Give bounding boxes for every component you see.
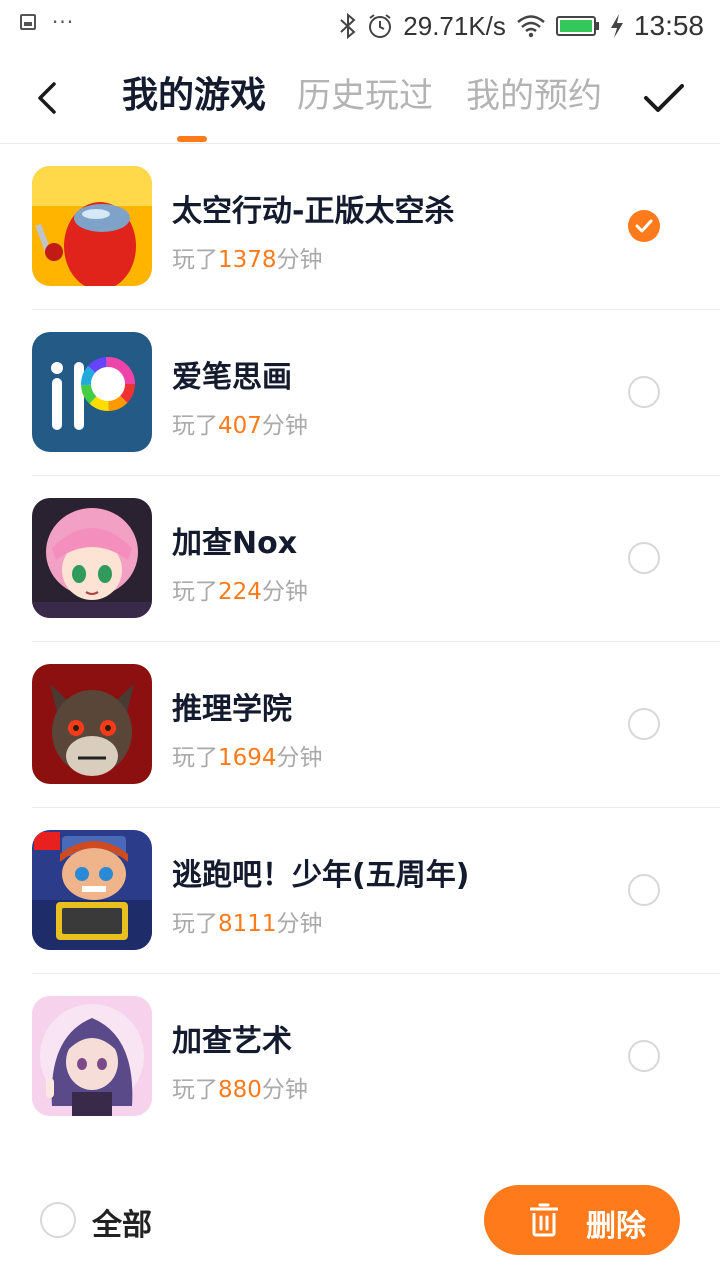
play-minutes: 880 <box>218 1077 262 1103</box>
play-time: 玩了1378分钟 <box>172 247 323 273</box>
space-action-icon <box>32 166 152 286</box>
select-radio[interactable] <box>628 1040 660 1072</box>
game-row[interactable]: 加查艺术 玩了880分钟 <box>0 974 720 1140</box>
play-minutes: 1378 <box>218 247 277 273</box>
bluetooth-icon <box>340 13 356 39</box>
checkmark-icon <box>635 219 653 233</box>
battery-icon <box>555 16 599 36</box>
run-boy-icon <box>32 830 152 950</box>
play-minutes: 224 <box>218 579 262 605</box>
play-time: 玩了407分钟 <box>172 413 308 439</box>
game-name: 推理学院 <box>172 692 292 727</box>
play-time: 玩了880分钟 <box>172 1077 308 1103</box>
image-icon <box>20 14 36 30</box>
bottom-action-bar: 全部 删除 <box>0 1168 720 1280</box>
select-radio[interactable] <box>628 210 660 242</box>
clock: 13:58 <box>633 10 704 41</box>
delete-button[interactable]: 删除 <box>484 1185 680 1255</box>
game-name: 爱笔思画 <box>172 360 292 395</box>
select-radio[interactable] <box>628 542 660 574</box>
select-all-radio[interactable] <box>40 1202 76 1238</box>
game-row[interactable]: 推理学院 玩了1694分钟 <box>0 642 720 808</box>
ibis-paint-icon <box>32 332 152 452</box>
reasoning-academy-icon <box>32 664 152 784</box>
game-row[interactable]: 逃跑吧！少年(五周年) 玩了8111分钟 <box>0 808 720 974</box>
game-row[interactable]: 太空行动-正版太空杀 玩了1378分钟 <box>0 144 720 310</box>
confirm-check-icon[interactable] <box>642 78 686 118</box>
play-time: 玩了224分钟 <box>172 579 308 605</box>
status-right: 29.71K/s 13:58 <box>339 6 704 46</box>
trash-icon <box>530 1203 558 1237</box>
game-name: 太空行动-正版太空杀 <box>172 194 455 229</box>
tab-history-played[interactable]: 历史玩过 <box>297 72 433 120</box>
tab-active-indicator <box>177 136 207 142</box>
play-minutes: 1694 <box>218 745 277 771</box>
more-dots-icon: ··· <box>52 10 75 34</box>
tab-my-games[interactable]: 我的游戏 <box>122 72 266 120</box>
header: 我的游戏 历史玩过 我的预约 <box>0 52 720 144</box>
game-name: 逃跑吧！少年(五周年) <box>172 858 470 893</box>
play-time: 玩了8111分钟 <box>172 911 323 937</box>
network-speed: 29.71K/s <box>403 10 506 41</box>
wifi-icon <box>517 15 545 38</box>
status-left: ··· <box>20 10 75 34</box>
game-name: 加查艺术 <box>172 1024 292 1059</box>
play-minutes: 8111 <box>218 911 277 937</box>
gacha-nox-icon <box>32 498 152 618</box>
play-time: 玩了1694分钟 <box>172 745 323 771</box>
select-all-label[interactable]: 全部 <box>92 1200 152 1244</box>
tab-my-reservations[interactable]: 我的预约 <box>466 72 602 120</box>
game-row[interactable]: 加查Nox 玩了224分钟 <box>0 476 720 642</box>
game-row[interactable]: 爱笔思画 玩了407分钟 <box>0 310 720 476</box>
select-radio[interactable] <box>628 376 660 408</box>
status-bar: ··· 29.71K/s 13:58 <box>0 0 720 52</box>
play-minutes: 407 <box>218 413 262 439</box>
gacha-art-icon <box>32 996 152 1116</box>
select-radio[interactable] <box>628 708 660 740</box>
alarm-icon <box>369 14 392 38</box>
back-arrow-icon[interactable] <box>30 76 66 120</box>
select-radio[interactable] <box>628 874 660 906</box>
game-list: 太空行动-正版太空杀 玩了1378分钟 爱笔思画 玩了407分钟 加查Nox 玩… <box>0 144 720 1140</box>
delete-label: 删除 <box>586 1209 646 1244</box>
charging-icon <box>610 14 623 38</box>
game-name: 加查Nox <box>172 526 298 561</box>
